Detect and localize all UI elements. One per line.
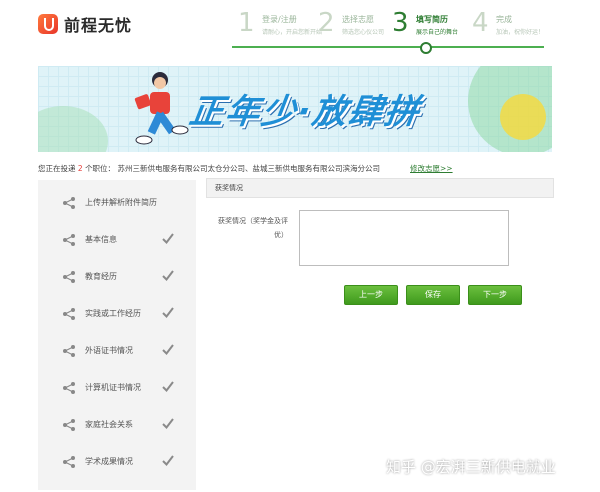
sidebar-item-label: 外语证书情况 <box>85 346 133 355</box>
sidebar-item-education[interactable]: 教育经历 <box>38 263 196 291</box>
position-count: 2 <box>77 164 83 173</box>
progress-line <box>232 46 544 48</box>
share-icon <box>63 345 75 357</box>
step-title: 登录/注册 <box>262 15 297 24</box>
share-icon <box>63 197 75 209</box>
share-icon <box>63 271 75 283</box>
checkmark-icon <box>162 270 174 281</box>
runner-illustration <box>134 72 189 145</box>
sidebar-item-label: 上传并解析附件简历 <box>85 198 157 207</box>
application-notice: 您正在投递 2 个职位： 苏州三新供电服务有限公司太仓分公司、盐城三新供电服务有… <box>38 163 552 175</box>
checkmark-icon <box>162 455 174 466</box>
checkmark-icon <box>162 233 174 244</box>
current-step-marker <box>420 42 432 54</box>
sidebar-item-label: 计算机证书情况 <box>85 383 141 392</box>
step-number: 4 <box>472 8 489 38</box>
step-number: 1 <box>238 8 255 38</box>
awards-textarea[interactable] <box>299 210 509 266</box>
site-logo[interactable]: 前程无忧 <box>38 12 132 36</box>
step-number: 3 <box>392 8 409 38</box>
share-icon <box>63 456 75 468</box>
section-title: 获奖情况 <box>215 184 243 192</box>
awards-field-label: 获奖情况（奖学金及评优） <box>218 217 288 239</box>
sidebar-item-basic-info[interactable]: 基本信息 <box>38 226 196 254</box>
prev-step-button[interactable]: 上一步 <box>344 285 398 305</box>
share-icon <box>63 382 75 394</box>
checkmark-icon <box>162 307 174 318</box>
step-subtitle: 展示自己的舞台 <box>416 29 459 36</box>
step-title: 填写简历 <box>416 15 448 24</box>
share-icon <box>63 308 75 320</box>
modify-preference-link[interactable]: 修改志愿>> <box>410 163 453 174</box>
watermark: 知乎 @宏湃三新供电就业 <box>386 458 556 476</box>
checkmark-icon <box>162 344 174 355</box>
sidebar-item-work-experience[interactable]: 实践或工作经历 <box>38 300 196 328</box>
sidebar-item-computer-cert[interactable]: 计算机证书情况 <box>38 374 196 402</box>
share-icon <box>63 234 75 246</box>
sidebar-item-family[interactable]: 家庭社会关系 <box>38 411 196 439</box>
progress-steps: 1 登录/注册 请耐心，开启您新开始 2 选择志愿 筛选您心仪公司 3 填写简历… <box>232 8 545 54</box>
share-icon <box>63 419 75 431</box>
promo-banner: 正年少·放肆拼 <box>38 66 552 152</box>
next-step-button[interactable]: 下一步 <box>468 285 522 305</box>
sidebar-item-label: 基本信息 <box>85 235 117 244</box>
sidebar-item-label: 家庭社会关系 <box>85 420 133 429</box>
company-list: 苏州三新供电服务有限公司太仓分公司、盐城三新供电服务有限公司滨海分公司 <box>117 164 380 173</box>
section-header: 获奖情况 <box>206 178 554 198</box>
step-title: 选择志愿 <box>342 15 374 24</box>
step-subtitle: 筛选您心仪公司 <box>342 29 385 36</box>
step-title: 完成 <box>496 15 512 24</box>
sidebar-item-academic[interactable]: 学术成果情况 <box>38 448 196 476</box>
checkmark-icon <box>162 418 174 429</box>
step-subtitle: 加油，祝你好运！ <box>496 29 545 36</box>
notice-prefix: 您正在投递 <box>38 164 76 173</box>
sidebar-item-label: 教育经历 <box>85 272 117 281</box>
sidebar-item-label: 实践或工作经历 <box>85 309 141 318</box>
banner-slogan: 正年少·放肆拼 <box>186 92 424 132</box>
step-subtitle: 请耐心，开启您新开始 <box>262 29 323 36</box>
logo-icon <box>38 14 58 34</box>
page-header: 前程无忧 1 登录/注册 请耐心，开启您新开始 2 选择志愿 筛选您心仪公司 3… <box>0 0 600 56</box>
checkmark-icon <box>162 381 174 392</box>
step-number: 2 <box>318 8 335 38</box>
sidebar-item-upload-resume[interactable]: 上传并解析附件简历 <box>38 189 196 217</box>
sidebar-item-label: 学术成果情况 <box>85 457 133 466</box>
sidebar-item-language-cert[interactable]: 外语证书情况 <box>38 337 196 365</box>
logo-text: 前程无忧 <box>64 16 133 35</box>
resume-section-sidebar: 上传并解析附件简历 基本信息 教育经历 实践或工作经历 外语证书情况 计算机证书… <box>38 180 196 490</box>
save-button[interactable]: 保存 <box>406 285 460 305</box>
notice-suffix: 个职位： <box>85 164 116 173</box>
